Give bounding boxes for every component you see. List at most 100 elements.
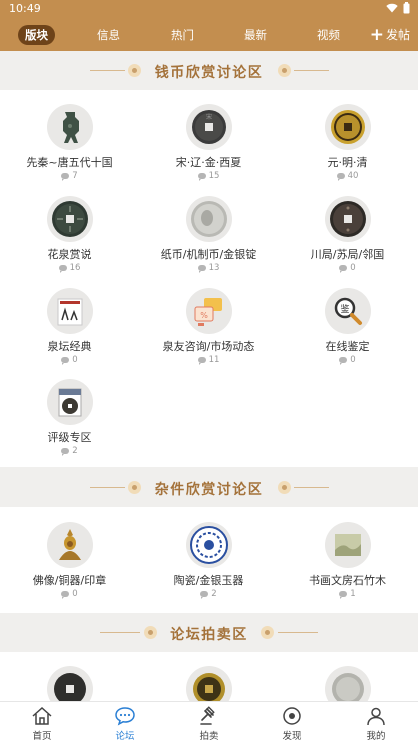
auction-silver-coin-icon bbox=[324, 666, 371, 701]
board-label: 佛像/铜器/印章 bbox=[32, 574, 107, 587]
board-label: 评级专区 bbox=[47, 431, 92, 444]
silver-dollar-icon bbox=[185, 196, 232, 242]
comment-icon bbox=[61, 591, 70, 599]
post-count: 16 bbox=[0, 263, 139, 273]
section-grid-auction bbox=[0, 652, 418, 701]
discover-compass-icon bbox=[283, 707, 301, 725]
board-label: 元·明·清 bbox=[327, 156, 368, 169]
post-count: 1 bbox=[278, 589, 417, 599]
qing-coin-icon bbox=[324, 104, 371, 150]
nav-home[interactable]: 首页 bbox=[12, 706, 72, 742]
tab-zuixin[interactable]: 最新 bbox=[244, 25, 267, 45]
forum-board-list: 钱币欣赏讨论区 先秦~唐五代十国 7 宋 宋·辽·金·西夏 15 元·明·清 4… bbox=[0, 51, 418, 701]
porcelain-plate-icon bbox=[185, 522, 232, 568]
board-label: 陶瓷/金银玉器 bbox=[173, 574, 244, 587]
board-item-buddha-bronze[interactable]: 佛像/铜器/印章 0 bbox=[0, 522, 139, 599]
svg-text:宋: 宋 bbox=[205, 113, 211, 121]
bottom-nav-bar: 首页 论坛 拍卖 发现 我的 bbox=[0, 701, 418, 744]
new-post-label: 发帖 bbox=[385, 28, 410, 42]
board-item-auction-1[interactable] bbox=[0, 666, 139, 701]
wifi-icon bbox=[386, 3, 398, 13]
new-post-button[interactable]: + 发帖 bbox=[370, 25, 410, 45]
post-count: 0 bbox=[0, 589, 139, 599]
section-header-auction: 论坛拍卖区 bbox=[0, 613, 418, 652]
board-label: 在线鉴定 bbox=[325, 340, 370, 353]
board-item-yuan-ming-qing[interactable]: 元·明·清 40 bbox=[278, 104, 417, 181]
provincial-coin-icon bbox=[324, 196, 371, 242]
comment-icon bbox=[61, 357, 70, 365]
buddha-statue-icon bbox=[46, 522, 93, 568]
board-item-auction-3[interactable] bbox=[278, 666, 417, 701]
board-label: 宋·辽·金·西夏 bbox=[175, 156, 242, 169]
tab-remen[interactable]: 热门 bbox=[171, 25, 194, 45]
section-grid-coins: 先秦~唐五代十国 7 宋 宋·辽·金·西夏 15 元·明·清 40 花泉赏说 1… bbox=[0, 90, 418, 467]
svg-text:鉴: 鉴 bbox=[340, 303, 349, 315]
divider-line bbox=[278, 632, 318, 633]
top-tab-bar: 版块 信息 热门 最新 视频 + 发帖 bbox=[0, 18, 418, 51]
post-count: 15 bbox=[139, 171, 278, 181]
flower-coin-icon bbox=[46, 196, 93, 242]
svg-text:%: % bbox=[200, 311, 208, 320]
board-item-classics[interactable]: 泉坛经典 0 bbox=[0, 288, 139, 365]
comment-icon bbox=[197, 173, 206, 181]
profile-icon bbox=[367, 707, 385, 726]
board-item-consult-market[interactable]: % 泉友咨询/市场动态 11 bbox=[139, 288, 278, 365]
auction-hammer-icon bbox=[200, 706, 215, 725]
board-item-auction-2[interactable] bbox=[139, 666, 278, 701]
painting-scroll-icon bbox=[324, 522, 371, 568]
section-header-misc: 杂件欣赏讨论区 bbox=[0, 467, 418, 507]
system-icons bbox=[386, 2, 410, 14]
board-item-calligraphy[interactable]: 书画文房石竹木 1 bbox=[278, 522, 417, 599]
comment-icon bbox=[200, 591, 209, 599]
tab-bankuai[interactable]: 版块 bbox=[18, 25, 55, 45]
section-title: 钱币欣赏讨论区 bbox=[154, 65, 264, 81]
post-count: 11 bbox=[139, 355, 278, 365]
post-count: 7 bbox=[0, 171, 139, 181]
comment-icon bbox=[339, 357, 348, 365]
nav-label: 发现 bbox=[282, 731, 302, 742]
section-grid-misc: 佛像/铜器/印章 0 陶瓷/金银玉器 2 书画文房石竹木 1 bbox=[0, 507, 418, 613]
auction-coin-icon bbox=[46, 666, 93, 701]
divider-line bbox=[294, 70, 329, 71]
home-icon bbox=[32, 706, 52, 725]
spade-coin-icon bbox=[46, 104, 93, 150]
board-item-online-appraisal[interactable]: 鉴 在线鉴定 0 bbox=[278, 288, 417, 365]
comment-icon bbox=[197, 265, 206, 273]
nav-label: 我的 bbox=[366, 731, 386, 742]
board-item-ceramics[interactable]: 陶瓷/金银玉器 2 bbox=[139, 522, 278, 599]
nav-profile[interactable]: 我的 bbox=[346, 706, 406, 742]
board-item-flower-coins[interactable]: 花泉赏说 16 bbox=[0, 196, 139, 273]
status-time: 10:49 bbox=[9, 2, 41, 15]
classic-book-icon bbox=[46, 288, 93, 334]
board-label: 书画文房石竹木 bbox=[309, 574, 386, 587]
divider-line bbox=[294, 487, 329, 488]
appraisal-magnifier-icon: 鉴 bbox=[324, 288, 371, 334]
tab-xinxi[interactable]: 信息 bbox=[97, 25, 120, 45]
section-title: 杂件欣赏讨论区 bbox=[154, 482, 264, 498]
nav-discover[interactable]: 发现 bbox=[262, 706, 322, 742]
board-item-song-liao[interactable]: 宋 宋·辽·金·西夏 15 bbox=[139, 104, 278, 181]
post-count: 0 bbox=[0, 355, 139, 365]
board-item-paper-money[interactable]: 纸币/机制币/金银锭 13 bbox=[139, 196, 278, 273]
nav-auction[interactable]: 拍卖 bbox=[179, 706, 239, 742]
tab-shipin[interactable]: 视频 bbox=[317, 25, 340, 45]
auction-gold-coin-icon bbox=[185, 666, 232, 701]
board-item-pre-qin[interactable]: 先秦~唐五代十国 7 bbox=[0, 104, 139, 181]
board-item-grading[interactable]: 评级专区 2 bbox=[0, 379, 139, 456]
comment-icon bbox=[339, 591, 348, 599]
board-label: 泉友咨询/市场动态 bbox=[162, 340, 255, 353]
battery-icon bbox=[403, 2, 410, 14]
nav-forum[interactable]: 论坛 bbox=[95, 706, 155, 742]
ornament-dot bbox=[278, 481, 291, 494]
graded-coin-icon bbox=[46, 379, 93, 425]
nav-label: 首页 bbox=[32, 731, 52, 742]
post-count: 2 bbox=[139, 589, 278, 599]
board-item-provincial-mints[interactable]: 川局/苏局/邻国 0 bbox=[278, 196, 417, 273]
ornament-dot bbox=[278, 64, 291, 77]
section-header-coins: 钱币欣赏讨论区 bbox=[0, 51, 418, 90]
comment-icon bbox=[58, 265, 67, 273]
comment-icon bbox=[197, 357, 206, 365]
board-label: 川局/苏局/邻国 bbox=[310, 248, 385, 261]
comment-icon bbox=[61, 173, 70, 181]
status-bar: 10:49 bbox=[0, 0, 418, 18]
